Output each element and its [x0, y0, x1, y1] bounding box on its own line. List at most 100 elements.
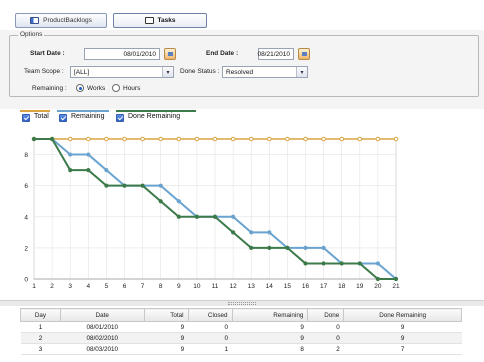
remaining-point — [176, 199, 181, 204]
burndown-chart: 0 2 4 6 8 1 2 3 4 5 6 7 8 9 10 11 12 13 14 15 16 17 18 19 20 21 — [0, 125, 484, 300]
team-scope-label: Team Scope : — [24, 68, 64, 75]
done-remaining-point — [68, 168, 73, 173]
x-tick-label: 19 — [356, 283, 364, 290]
end-date-calendar-icon[interactable] — [298, 48, 310, 60]
done-remaining-point — [194, 214, 199, 219]
column-header[interactable]: Day — [20, 308, 61, 322]
done-remaining-point — [50, 136, 55, 142]
tasks-button[interactable]: Tasks — [113, 13, 207, 28]
table-row[interactable]: 2 08/02/2010 9 0 9 0 9 — [20, 332, 462, 344]
x-tick-label: 8 — [159, 283, 163, 290]
done-status-select[interactable]: Resolved ▾ — [222, 66, 308, 78]
chart-legend: Total Remaining Done Remaining — [0, 109, 484, 125]
done-remaining-point — [176, 214, 181, 219]
done-remaining-swatch — [116, 110, 196, 112]
table-cell: 08/03/2010 — [60, 343, 145, 355]
table-cell: 3 — [20, 343, 61, 355]
total-point — [267, 136, 272, 142]
done-remaining-point — [158, 199, 163, 204]
team-scope-value: [ALL] — [74, 68, 90, 76]
chevron-down-icon[interactable]: ▾ — [296, 67, 307, 77]
total-point — [285, 136, 290, 142]
total-point — [122, 136, 127, 142]
x-tick-label: 6 — [123, 283, 127, 290]
remaining-point — [158, 183, 163, 188]
team-scope-select[interactable]: [ALL] ▾ — [70, 66, 174, 78]
column-header[interactable]: Remaining — [231, 308, 309, 322]
start-date-field[interactable]: 08/01/2010 — [84, 48, 160, 60]
remaining-point — [86, 152, 91, 157]
column-header[interactable]: Date — [59, 308, 145, 322]
remaining-label: Remaining : — [32, 85, 67, 92]
column-header[interactable]: Done — [307, 308, 345, 322]
done-remaining-point — [31, 136, 37, 142]
splitter-grip[interactable] — [228, 302, 256, 305]
x-tick-label: 13 — [248, 283, 256, 290]
column-header[interactable]: Total — [143, 308, 189, 322]
y-tick-label: 0 — [24, 277, 28, 284]
x-tick-label: 17 — [320, 283, 328, 290]
x-tick-label: 2 — [50, 283, 54, 290]
table-cell: 9 — [144, 343, 189, 355]
done-remaining-point — [104, 183, 109, 188]
done-remaining-point — [321, 261, 326, 266]
done-remaining-point — [375, 276, 380, 282]
total-point — [230, 136, 236, 142]
chevron-down-icon[interactable]: ▾ — [162, 67, 173, 77]
start-date-calendar-icon[interactable] — [164, 48, 176, 60]
remaining-point — [231, 214, 236, 219]
done-remaining-point — [86, 168, 91, 173]
options-panel: Options Start Date : 08/01/2010 End Date… — [9, 31, 479, 97]
total-point — [248, 136, 254, 142]
done-remaining-checkbox[interactable] — [116, 114, 124, 122]
hours-radio-label: Hours — [123, 85, 141, 92]
end-date-field[interactable]: 08/21/2010 — [257, 48, 294, 60]
column-header[interactable]: Done Remaining — [343, 308, 462, 322]
table-cell: 9 — [232, 321, 308, 333]
options-legend: Options — [18, 31, 45, 38]
x-tick-label: 18 — [338, 283, 346, 290]
y-tick-label: 6 — [24, 183, 28, 190]
done-remaining-point — [212, 214, 218, 219]
table-cell: 9 — [343, 332, 462, 344]
total-legend-label: Total — [34, 113, 49, 120]
product-backlogs-button[interactable]: ProductBacklogs — [15, 13, 107, 28]
total-point — [375, 136, 381, 142]
y-tick-label: 4 — [24, 214, 28, 221]
done-remaining-point — [249, 245, 254, 250]
x-tick-label: 5 — [105, 283, 109, 290]
total-checkbox[interactable] — [22, 114, 30, 122]
hours-radio[interactable] — [112, 84, 120, 92]
toolbar: ProductBacklogs Tasks — [0, 0, 484, 30]
splitter[interactable] — [0, 300, 484, 306]
remaining-legend-label: Remaining — [71, 113, 105, 120]
burndown-table: Day Date Total Closed Remaining Done Don… — [20, 308, 462, 355]
end-date-label: End Date : — [206, 50, 239, 57]
works-radio[interactable] — [76, 84, 84, 92]
table-cell: 2 — [307, 343, 344, 355]
total-point — [176, 136, 182, 142]
total-point — [140, 136, 145, 142]
tasks-icon — [144, 17, 154, 24]
x-tick-label: 9 — [177, 283, 181, 290]
burndown-app: ProductBacklogs Tasks Options Start Date… — [0, 0, 484, 362]
done-remaining-point — [393, 276, 399, 282]
table-cell: 9 — [144, 321, 189, 333]
start-date-label: Start Date : — [30, 50, 65, 57]
done-status-label: Done Status : — [180, 68, 220, 75]
table-cell: 1 — [20, 321, 61, 333]
table-header-row: Day Date Total Closed Remaining Done Don… — [20, 308, 462, 322]
table-row[interactable]: 3 08/03/2010 9 1 8 2 7 — [20, 343, 462, 355]
table-row[interactable]: 1 08/01/2010 9 0 9 0 9 — [20, 321, 462, 333]
column-header[interactable]: Closed — [187, 308, 233, 322]
x-tick-label: 16 — [302, 283, 310, 290]
table-cell: 7 — [343, 343, 462, 355]
table-cell: 0 — [188, 332, 232, 344]
done-remaining-point — [231, 230, 236, 235]
done-remaining-point — [303, 261, 308, 266]
total-point — [194, 136, 200, 142]
table-cell: 8 — [232, 343, 308, 355]
done-remaining-point — [267, 245, 272, 250]
remaining-checkbox[interactable] — [59, 114, 67, 122]
x-tick-label: 15 — [284, 283, 292, 290]
